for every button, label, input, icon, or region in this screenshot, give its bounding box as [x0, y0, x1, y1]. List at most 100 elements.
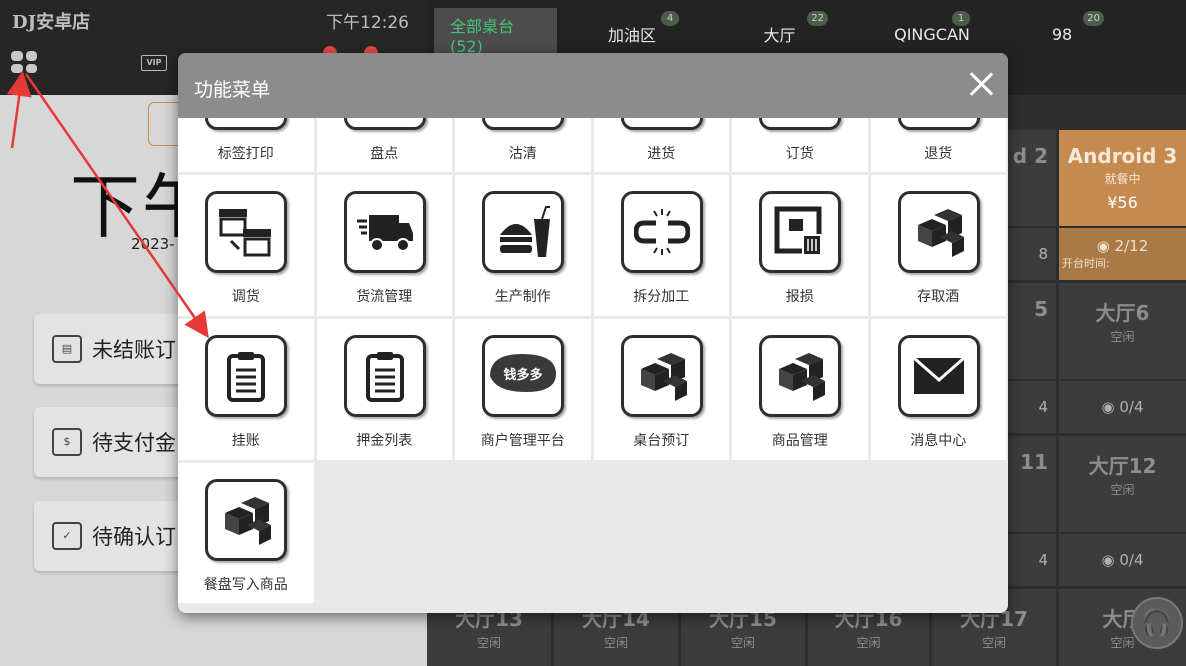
wallet-icon: $ — [52, 428, 82, 456]
menu-item-product-management[interactable]: 商品管理 — [732, 319, 868, 460]
seat-count: ◉ 2/12 — [1096, 237, 1149, 255]
menu-item-label-print[interactable]: 标签打印 — [178, 118, 314, 172]
menu-item-tray-write-product[interactable]: 餐盘写入商品 — [178, 463, 314, 603]
menu-item-split-process[interactable]: 拆分加工 — [593, 175, 729, 316]
tab-count-badge: 1 — [952, 11, 970, 26]
menu-item-label: 标签打印 — [217, 146, 274, 162]
register-icon: ▤ — [52, 335, 82, 363]
boxes-icon — [205, 479, 287, 561]
menu-item-table-reservation[interactable]: 桌台预订 — [593, 319, 729, 460]
tab-count-badge: 20 — [1083, 11, 1104, 26]
menu-item-label: 商品管理 — [771, 433, 828, 449]
table-status: 就餐中 — [1104, 172, 1141, 186]
menu-item-production[interactable]: 生产制作 — [455, 175, 591, 316]
seat-count: 8 — [1038, 245, 1048, 263]
table-name: 大厅6 — [1095, 301, 1150, 325]
menu-row: 标签打印 盘点 沽清 进货 订货 退货 — [178, 118, 1008, 172]
menu-item-sold-out[interactable]: 沽清 — [455, 118, 591, 172]
boxes-icon — [897, 191, 980, 273]
table-card-android-3[interactable]: Android 3 就餐中 ¥56 — [1059, 130, 1186, 226]
truck-icon — [343, 191, 426, 273]
menu-item-label: 挂账 — [231, 433, 260, 449]
menu-item-wine-storage[interactable]: 存取酒 — [870, 175, 1006, 316]
clipboard-icon — [343, 335, 426, 417]
dialog-title: 功能菜单 — [194, 79, 271, 101]
return-icon — [897, 118, 980, 130]
table-footer-hall-6: ◉ 0/4 — [1059, 381, 1186, 433]
menu-item-order-goods[interactable]: 订货 — [732, 118, 868, 172]
menu-item-label: 桌台预订 — [633, 433, 690, 449]
table-name: 大厅12 — [1088, 454, 1157, 478]
menu-row: 挂账 押金列表 钱多多 商户管理平台 桌台预订 商品管理 消息中心 — [178, 319, 1008, 460]
clipboard-icon — [205, 335, 287, 417]
clipboard-icon — [343, 118, 426, 130]
table-status: 空闲 — [603, 636, 628, 650]
printer-icon — [205, 118, 287, 130]
dialog-header: 功能菜单 — [178, 53, 1008, 118]
menu-item-purchase[interactable]: 进货 — [593, 118, 729, 172]
menu-item-transfer[interactable]: 调货 — [178, 175, 314, 316]
menu-item-label: 拆分加工 — [633, 289, 690, 305]
table-name: Android 3 — [1067, 144, 1178, 168]
close-icon[interactable] — [968, 71, 994, 97]
burger-drink-icon — [482, 191, 564, 273]
menu-item-label: 退货 — [924, 146, 953, 162]
table-status: 空闲 — [476, 636, 501, 650]
open-time-label: 开台时间: — [1062, 257, 1110, 270]
menu-item-label: 沽清 — [508, 146, 537, 162]
stores-transfer-icon — [205, 191, 287, 273]
boxes-icon — [620, 335, 703, 417]
seat-count: ◉ 0/4 — [1101, 551, 1144, 569]
purchase-icon — [620, 118, 703, 130]
tab-label: 大厅 — [763, 26, 796, 45]
broken-link-icon — [620, 191, 703, 273]
card-label: 待支付金 — [92, 431, 176, 455]
envelope-icon — [897, 335, 980, 417]
tab-label: 98 — [1051, 24, 1073, 44]
tab-label: 全部桌台(52) — [450, 16, 515, 56]
order-icon — [759, 118, 841, 130]
vip-icon[interactable]: VIP — [141, 55, 167, 71]
menu-item-label: 生产制作 — [494, 289, 551, 305]
card-label: 待确认订 — [92, 525, 176, 549]
tab-98[interactable]: 98 20 — [1012, 8, 1112, 60]
menu-item-label: 货流管理 — [356, 289, 413, 305]
seat-count: ◉ 0/4 — [1101, 398, 1144, 416]
customer-service-headset-icon[interactable]: 🎧 — [1131, 597, 1183, 649]
menu-item-message-center[interactable]: 消息中心 — [870, 319, 1006, 460]
table-footer-android-3: ◉ 2/12 开台时间: — [1059, 228, 1186, 280]
table-card-hall-12[interactable]: 大厅12 空闲 — [1059, 436, 1186, 532]
seat-count: 4 — [1038, 551, 1048, 569]
menu-item-label: 商户管理平台 — [480, 433, 565, 449]
menu-item-on-account[interactable]: 挂账 — [178, 319, 314, 460]
menu-item-stocktake[interactable]: 盘点 — [316, 118, 452, 172]
menu-item-deposit-list[interactable]: 押金列表 — [316, 319, 452, 460]
card-label: 未结账订 — [92, 338, 176, 362]
function-menu-grid-icon[interactable] — [11, 51, 37, 73]
menu-item-merchant-platform[interactable]: 钱多多 商户管理平台 — [455, 319, 591, 460]
box-trash-icon — [759, 191, 841, 273]
qdd-logo-text: 钱多多 — [503, 367, 542, 383]
tab-count-badge: 4 — [661, 11, 679, 26]
menu-item-logistics[interactable]: 货流管理 — [316, 175, 452, 316]
menu-item-label: 餐盘写入商品 — [203, 577, 288, 593]
sold-out-icon — [482, 118, 564, 130]
table-card-hall-6[interactable]: 大厅6 空闲 — [1059, 283, 1186, 379]
menu-item-label: 盘点 — [370, 146, 399, 162]
menu-item-label: 报损 — [785, 289, 814, 305]
table-status: 空闲 — [981, 636, 1006, 650]
store-name: DJ安卓店 — [12, 12, 91, 33]
seat-count: 4 — [1038, 398, 1048, 416]
table-footer-hall-12: ◉ 0/4 — [1059, 534, 1186, 586]
menu-item-label: 调货 — [231, 289, 260, 305]
menu-item-return-goods[interactable]: 退货 — [870, 118, 1006, 172]
menu-row: 餐盘写入商品 — [178, 463, 1008, 603]
menu-item-write-off[interactable]: 报损 — [732, 175, 868, 316]
menu-row: 调货 货流管理 生产制作 拆分加工 报损 存取酒 — [178, 175, 1008, 316]
table-status: 空闲 — [1110, 483, 1135, 497]
clock: 下午12:26 — [326, 13, 409, 33]
table-status: 空闲 — [1110, 330, 1135, 344]
boxes-icon — [759, 335, 841, 417]
qianduoduo-logo-icon: 钱多多 — [482, 335, 564, 417]
menu-item-label: 进货 — [647, 146, 676, 162]
